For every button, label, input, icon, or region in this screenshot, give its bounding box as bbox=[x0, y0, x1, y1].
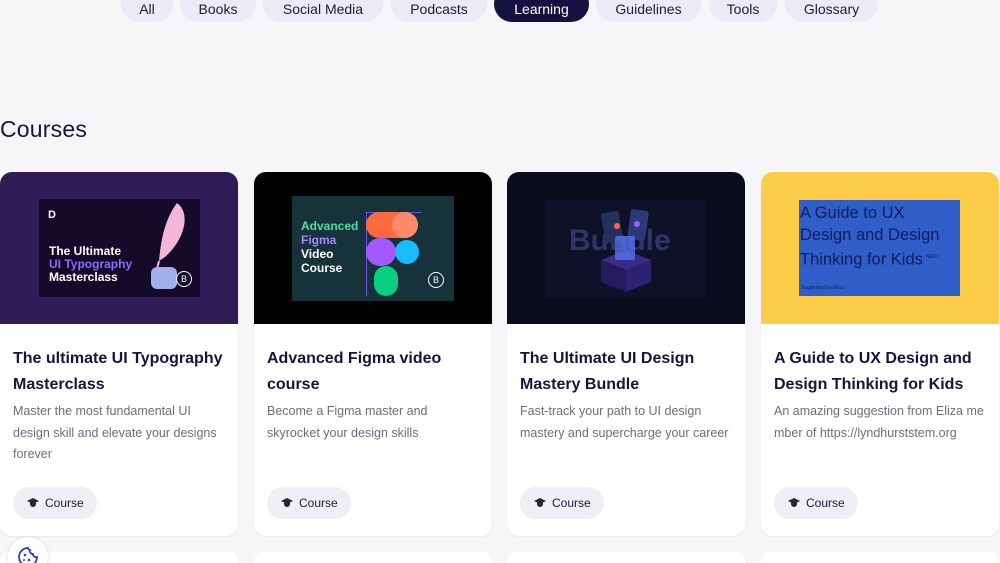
thumbnail-heading: The Ultimate UI Typography Masterclass bbox=[49, 245, 132, 284]
thumbnail-line: Thinking for Kids bbox=[800, 250, 923, 269]
course-tag: Course bbox=[267, 487, 351, 519]
thumbnail-artwork: A Guide to UX Design and Design Thinking… bbox=[799, 200, 960, 296]
thumbnail-line: Design and Design bbox=[800, 226, 940, 244]
thumbnail-line: Masterclass bbox=[49, 270, 118, 284]
brand-logo: D bbox=[48, 209, 56, 221]
filter-tools[interactable]: Tools bbox=[709, 0, 777, 22]
card-description: Master the most fundamental UI design sk… bbox=[13, 404, 217, 461]
graduation-cap-icon bbox=[27, 498, 39, 508]
badge-icon: B bbox=[176, 271, 192, 287]
section-title: Courses bbox=[0, 116, 88, 142]
thumbnail-line: Figma bbox=[301, 233, 337, 247]
thumbnail-artwork: Bundle bbox=[545, 200, 707, 298]
thumbnail-heading: Advanced Figma Video Course bbox=[301, 219, 358, 275]
thumbnail-sup: NEXT bbox=[925, 254, 940, 260]
tag-label: Course bbox=[806, 496, 845, 510]
filter-label: Social Media bbox=[282, 1, 364, 17]
filter-learning[interactable]: Learning bbox=[494, 0, 589, 22]
figma-logo-icon bbox=[366, 212, 422, 296]
course-card[interactable]: A Guide to UX Design and Design Thinking… bbox=[761, 172, 999, 536]
card-description: Become a Figma master and skyrocket your… bbox=[267, 404, 428, 440]
tag-label: Course bbox=[552, 496, 591, 510]
filter-label: All bbox=[139, 1, 155, 17]
filter-podcasts[interactable]: Podcasts bbox=[391, 0, 487, 22]
filter-books[interactable]: Books bbox=[180, 0, 256, 22]
card-description: An amazing suggestion from Eliza member … bbox=[774, 404, 984, 440]
card-description: Fast-track your path to UI design master… bbox=[520, 404, 729, 440]
filter-label: Learning bbox=[514, 1, 569, 17]
bundle-box-icon bbox=[600, 209, 651, 292]
course-card-partial[interactable] bbox=[507, 552, 745, 563]
card-title[interactable]: The Ultimate UI Design Mastery Bundle bbox=[520, 346, 735, 398]
filter-glossary[interactable]: Glossary bbox=[785, 0, 878, 22]
graduation-cap-icon bbox=[281, 498, 293, 508]
course-tag: Course bbox=[13, 487, 97, 519]
course-card-partial[interactable] bbox=[254, 552, 492, 563]
tag-label: Course bbox=[45, 496, 84, 510]
badge-icon: B bbox=[428, 272, 444, 288]
course-card[interactable]: Bundle The Ultimate UI Design Mastery Bu… bbox=[507, 172, 745, 536]
tag-label: Course bbox=[299, 496, 338, 510]
filter-label: Podcasts bbox=[410, 1, 468, 17]
filter-label: Glossary bbox=[803, 1, 860, 17]
course-thumbnail: Bundle bbox=[507, 172, 745, 324]
filter-guidelines[interactable]: Guidelines bbox=[596, 0, 701, 22]
cookie-settings-button[interactable] bbox=[8, 537, 48, 563]
filter-social-media[interactable]: Social Media bbox=[263, 0, 383, 22]
course-thumbnail: Advanced Figma Video Course B bbox=[254, 172, 492, 324]
thumbnail-line: A Guide to UX bbox=[800, 204, 905, 222]
graduation-cap-icon bbox=[534, 498, 546, 508]
thumbnail-line: Course bbox=[301, 261, 343, 275]
course-card[interactable]: Advanced Figma Video Course B Advanced F… bbox=[254, 172, 492, 536]
course-card-partial[interactable] bbox=[761, 552, 999, 563]
cookie-icon bbox=[18, 547, 38, 563]
thumbnail-artwork: Advanced Figma Video Course B bbox=[292, 196, 454, 301]
card-title[interactable]: A Guide to UX Design and Design Thinking… bbox=[774, 346, 989, 398]
thumbnail-line: Advanced bbox=[301, 219, 359, 233]
course-card[interactable]: D The Ultimate UI Typography Masterclass… bbox=[0, 172, 238, 536]
filter-label: Tools bbox=[726, 1, 760, 17]
course-tag: Course bbox=[774, 487, 858, 519]
graduation-cap-icon bbox=[788, 498, 800, 508]
thumbnail-artwork: D The Ultimate UI Typography Masterclass… bbox=[39, 199, 200, 297]
course-thumbnail: D The Ultimate UI Typography Masterclass… bbox=[0, 172, 238, 324]
card-title[interactable]: Advanced Figma video course bbox=[267, 346, 482, 398]
course-thumbnail: A Guide to UX Design and Design Thinking… bbox=[761, 172, 999, 324]
course-tag: Course bbox=[520, 487, 604, 519]
thumbnail-line: Video bbox=[301, 247, 334, 261]
filter-all[interactable]: All bbox=[121, 0, 173, 22]
filter-label: Books bbox=[198, 1, 238, 17]
thumbnail-footer: Suggested by Eliza bbox=[801, 285, 844, 291]
thumbnail-heading: A Guide to UX Design and Design Thinking… bbox=[800, 202, 939, 271]
card-title[interactable]: The ultimate UI Typography Masterclass bbox=[13, 346, 228, 398]
filter-bar: All Books Social Media Podcasts Learning… bbox=[0, 0, 1000, 22]
filter-label: Guidelines bbox=[615, 1, 682, 17]
